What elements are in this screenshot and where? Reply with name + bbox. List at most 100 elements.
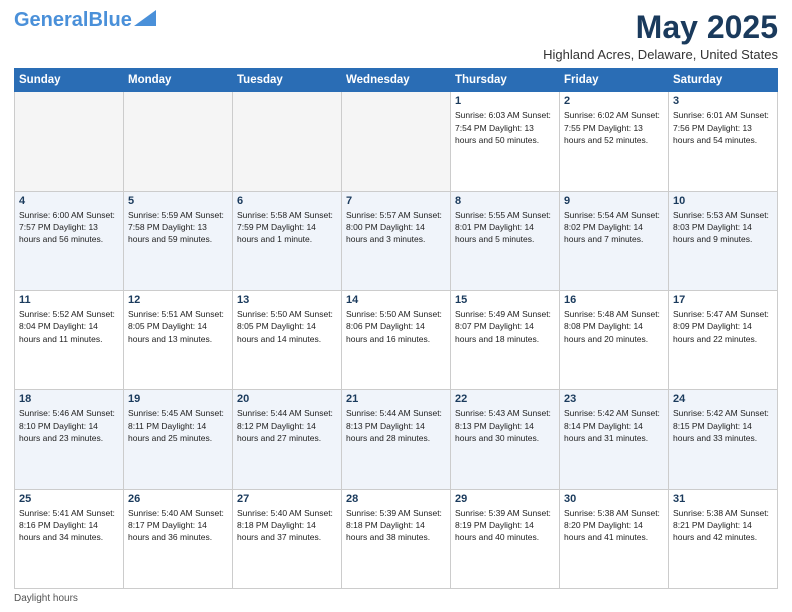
day-header-sunday: Sunday <box>15 69 124 92</box>
day-number: 9 <box>564 195 664 207</box>
day-number: 18 <box>19 393 119 405</box>
day-cell: 30 Sunrise: 5:38 AM Sunset: 8:20 PM Dayli… <box>560 489 669 588</box>
footer: Daylight hours <box>14 593 778 604</box>
day-number: 29 <box>455 493 555 505</box>
day-cell: 15Sunrise: 5:49 AM Sunset: 8:07 PM Dayli… <box>451 290 560 389</box>
day-cell: 26 Sunrise: 5:40 AM Sunset: 8:17 PM Dayli… <box>124 489 233 588</box>
day-cell: 14 Sunrise: 5:50 AM Sunset: 8:06 PM Dayli… <box>342 290 451 389</box>
day-cell: 18 Sunrise: 5:46 AM Sunset: 8:10 PM Dayli… <box>15 390 124 489</box>
day-info: Sunrise: 5:44 AM Sunset: 8:13 PM Dayligh… <box>346 407 446 444</box>
day-number: 26 <box>128 493 228 505</box>
day-number: 12 <box>128 294 228 306</box>
day-cell: 5Sunrise: 5:59 AM Sunset: 7:58 PM Daylig… <box>124 191 233 290</box>
title-block: May 2025 Highland Acres, Delaware, Unite… <box>543 10 778 62</box>
day-number: 22 <box>455 393 555 405</box>
day-info: Sunrise: 5:59 AM Sunset: 7:58 PM Dayligh… <box>128 209 228 246</box>
day-info: Sunrise: 5:39 AM Sunset: 8:18 PM Dayligh… <box>346 507 446 544</box>
day-cell: 19 Sunrise: 5:45 AM Sunset: 8:11 PM Dayli… <box>124 390 233 489</box>
week-row-5: 25 Sunrise: 5:41 AM Sunset: 8:16 PM Dayli… <box>15 489 778 588</box>
logo-wing-icon <box>134 10 156 26</box>
day-cell <box>15 92 124 191</box>
day-cell: 3Sunrise: 6:01 AM Sunset: 7:56 PM Daylig… <box>669 92 778 191</box>
day-info: Sunrise: 6:03 AM Sunset: 7:54 PM Dayligh… <box>455 109 555 146</box>
day-number: 4 <box>19 195 119 207</box>
week-row-2: 4 Sunrise: 6:00 AM Sunset: 7:57 PM Daylig… <box>15 191 778 290</box>
week-row-3: 11 Sunrise: 5:52 AM Sunset: 8:04 PM Dayli… <box>15 290 778 389</box>
day-header-thursday: Thursday <box>451 69 560 92</box>
day-number: 14 <box>346 294 446 306</box>
day-info: Sunrise: 5:50 AM Sunset: 8:05 PM Dayligh… <box>237 308 337 345</box>
day-info: Sunrise: 5:42 AM Sunset: 8:15 PM Dayligh… <box>673 407 773 444</box>
day-info: Sunrise: 5:51 AM Sunset: 8:05 PM Dayligh… <box>128 308 228 345</box>
day-number: 25 <box>19 493 119 505</box>
day-info: Sunrise: 5:48 AM Sunset: 8:08 PM Dayligh… <box>564 308 664 345</box>
day-cell: 1 Sunrise: 6:03 AM Sunset: 7:54 PM Daylig… <box>451 92 560 191</box>
day-info: Sunrise: 5:52 AM Sunset: 8:04 PM Dayligh… <box>19 308 119 345</box>
day-cell: 12 Sunrise: 5:51 AM Sunset: 8:05 PM Dayli… <box>124 290 233 389</box>
day-number: 31 <box>673 493 773 505</box>
day-cell: 8Sunrise: 5:55 AM Sunset: 8:01 PM Daylig… <box>451 191 560 290</box>
day-info: Sunrise: 5:57 AM Sunset: 8:00 PM Dayligh… <box>346 209 446 246</box>
day-number: 11 <box>19 294 119 306</box>
day-number: 21 <box>346 393 446 405</box>
location: Highland Acres, Delaware, United States <box>543 47 778 62</box>
page: GeneralBlue May 2025 Highland Acres, Del… <box>0 0 792 612</box>
day-number: 10 <box>673 195 773 207</box>
day-header-friday: Friday <box>560 69 669 92</box>
day-cell: 24 Sunrise: 5:42 AM Sunset: 8:15 PM Dayli… <box>669 390 778 489</box>
day-number: 13 <box>237 294 337 306</box>
day-info: Sunrise: 5:45 AM Sunset: 8:11 PM Dayligh… <box>128 407 228 444</box>
day-number: 19 <box>128 393 228 405</box>
day-cell: 9Sunrise: 5:54 AM Sunset: 8:02 PM Daylig… <box>560 191 669 290</box>
day-cell: 6Sunrise: 5:58 AM Sunset: 7:59 PM Daylig… <box>233 191 342 290</box>
day-info: Sunrise: 5:39 AM Sunset: 8:19 PM Dayligh… <box>455 507 555 544</box>
day-info: Sunrise: 5:38 AM Sunset: 8:20 PM Dayligh… <box>564 507 664 544</box>
day-header-monday: Monday <box>124 69 233 92</box>
logo-blue: Blue <box>88 9 131 31</box>
logo: GeneralBlue <box>14 10 156 30</box>
day-cell <box>233 92 342 191</box>
day-info: Sunrise: 5:38 AM Sunset: 8:21 PM Dayligh… <box>673 507 773 544</box>
day-info: Sunrise: 5:43 AM Sunset: 8:13 PM Dayligh… <box>455 407 555 444</box>
day-number: 3 <box>673 95 773 107</box>
day-cell: 13 Sunrise: 5:50 AM Sunset: 8:05 PM Dayli… <box>233 290 342 389</box>
day-info: Sunrise: 5:44 AM Sunset: 8:12 PM Dayligh… <box>237 407 337 444</box>
day-cell: 22 Sunrise: 5:43 AM Sunset: 8:13 PM Dayli… <box>451 390 560 489</box>
day-number: 24 <box>673 393 773 405</box>
day-cell: 7 Sunrise: 5:57 AM Sunset: 8:00 PM Daylig… <box>342 191 451 290</box>
day-info: Sunrise: 5:50 AM Sunset: 8:06 PM Dayligh… <box>346 308 446 345</box>
day-number: 27 <box>237 493 337 505</box>
day-info: Sunrise: 5:40 AM Sunset: 8:17 PM Dayligh… <box>128 507 228 544</box>
day-number: 17 <box>673 294 773 306</box>
day-number: 16 <box>564 294 664 306</box>
header-row: SundayMondayTuesdayWednesdayThursdayFrid… <box>15 69 778 92</box>
day-cell: 4 Sunrise: 6:00 AM Sunset: 7:57 PM Daylig… <box>15 191 124 290</box>
day-info: Sunrise: 6:02 AM Sunset: 7:55 PM Dayligh… <box>564 109 664 146</box>
day-cell: 11 Sunrise: 5:52 AM Sunset: 8:04 PM Dayli… <box>15 290 124 389</box>
day-info: Sunrise: 5:42 AM Sunset: 8:14 PM Dayligh… <box>564 407 664 444</box>
day-cell: 16 Sunrise: 5:48 AM Sunset: 8:08 PM Dayli… <box>560 290 669 389</box>
day-info: Sunrise: 6:00 AM Sunset: 7:57 PM Dayligh… <box>19 209 119 246</box>
day-number: 15 <box>455 294 555 306</box>
header: GeneralBlue May 2025 Highland Acres, Del… <box>14 10 778 62</box>
day-cell: 31 Sunrise: 5:38 AM Sunset: 8:21 PM Dayli… <box>669 489 778 588</box>
day-cell <box>124 92 233 191</box>
day-number: 2 <box>564 95 664 107</box>
day-number: 1 <box>455 95 555 107</box>
day-number: 30 <box>564 493 664 505</box>
day-number: 7 <box>346 195 446 207</box>
day-cell: 10 Sunrise: 5:53 AM Sunset: 8:03 PM Dayli… <box>669 191 778 290</box>
day-cell <box>342 92 451 191</box>
day-info: Sunrise: 5:46 AM Sunset: 8:10 PM Dayligh… <box>19 407 119 444</box>
day-header-tuesday: Tuesday <box>233 69 342 92</box>
day-info: Sunrise: 5:53 AM Sunset: 8:03 PM Dayligh… <box>673 209 773 246</box>
day-number: 28 <box>346 493 446 505</box>
day-header-saturday: Saturday <box>669 69 778 92</box>
day-cell: 2 Sunrise: 6:02 AM Sunset: 7:55 PM Daylig… <box>560 92 669 191</box>
day-info: Sunrise: 5:41 AM Sunset: 8:16 PM Dayligh… <box>19 507 119 544</box>
day-number: 6 <box>237 195 337 207</box>
day-cell: 17Sunrise: 5:47 AM Sunset: 8:09 PM Dayli… <box>669 290 778 389</box>
day-cell: 25 Sunrise: 5:41 AM Sunset: 8:16 PM Dayli… <box>15 489 124 588</box>
day-number: 23 <box>564 393 664 405</box>
month-title: May 2025 <box>543 10 778 45</box>
